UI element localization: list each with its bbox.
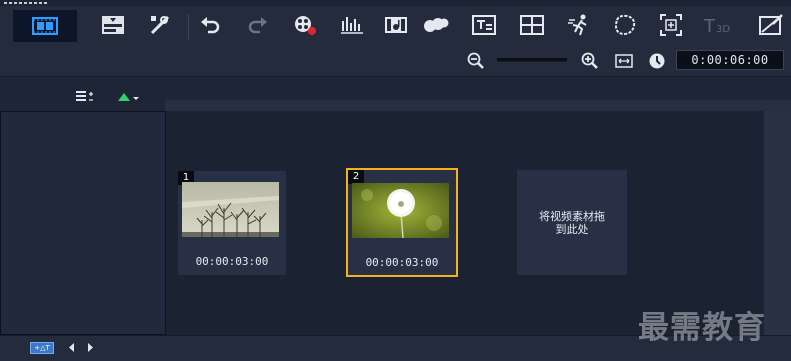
split-screen-icon — [759, 14, 783, 35]
project-duration-timecode[interactable]: 0:00:06:00 — [676, 50, 784, 70]
clip-thumbnail-trees — [182, 182, 279, 237]
clip-thumbnail-dandelion — [352, 183, 449, 238]
scroll-left-button[interactable] — [67, 341, 77, 353]
record-capture-icon — [295, 16, 316, 35]
storyboard-view-button[interactable] — [13, 10, 77, 42]
subtitle-editor-button[interactable] — [469, 10, 499, 40]
track-manager-icon — [76, 91, 93, 101]
main-toolbar: T 3D — [0, 6, 791, 44]
track-label-panel — [0, 111, 166, 335]
motion-tracking-button[interactable] — [421, 10, 451, 40]
watermark-text: 最需教育 — [638, 310, 766, 346]
audio-mixer-button[interactable] — [337, 10, 367, 40]
3d-title-editor-icon: T 3D — [703, 16, 730, 35]
storyboard-clip-1[interactable]: 1 00:00:03:00 — [178, 171, 286, 275]
storyboard-view-icon — [32, 17, 58, 35]
zoom-out-icon — [467, 52, 484, 69]
clip-number: 2 — [348, 170, 364, 184]
3d-title-editor-button[interactable]: T 3D — [703, 10, 733, 40]
time-remapping-button[interactable] — [565, 10, 595, 40]
subtitle-editor-icon — [472, 15, 496, 35]
mask-creator-button[interactable] — [610, 10, 640, 40]
drop-media-here-zone[interactable]: 将视频素材拖到此处 — [517, 170, 627, 275]
motion-tracking-icon — [424, 18, 449, 32]
svg-text:T: T — [703, 16, 716, 35]
auto-music-icon — [385, 17, 407, 33]
mask-creator-icon — [614, 14, 636, 36]
undo-button[interactable] — [195, 10, 225, 40]
time-remapping-icon — [568, 14, 587, 36]
fit-to-window-icon — [615, 54, 633, 68]
tools-icon — [150, 15, 170, 35]
chapter-cue-button[interactable] — [116, 89, 142, 103]
svg-text:3D: 3D — [716, 24, 730, 35]
redo-icon — [248, 17, 267, 34]
zoom-in-button[interactable] — [579, 50, 601, 72]
track-manager-button[interactable] — [74, 88, 96, 102]
fit-project-button[interactable] — [613, 50, 635, 72]
storyboard-clip-2[interactable]: 2 00:00:03:00 — [346, 168, 458, 277]
clock-icon — [649, 53, 665, 69]
zoom-slider[interactable] — [497, 58, 567, 62]
toolbar-separator — [188, 14, 189, 40]
timeline-view-icon — [102, 16, 124, 34]
record-capture-button[interactable] — [290, 10, 320, 40]
undo-icon — [201, 17, 220, 34]
multi-camera-button[interactable] — [517, 10, 547, 40]
pan-zoom-button[interactable] — [656, 10, 686, 40]
multi-camera-icon — [520, 15, 544, 35]
tools-button[interactable] — [145, 10, 175, 40]
audio-mixer-icon — [341, 17, 363, 34]
split-screen-button[interactable] — [756, 10, 786, 40]
scroll-right-button[interactable] — [85, 341, 95, 353]
timeline-view-button[interactable] — [98, 10, 128, 40]
add-track-button[interactable]: +△T — [30, 342, 54, 354]
drop-zone-label: 将视频素材拖到此处 — [539, 209, 605, 236]
clip-duration: 00:00:03:00 — [365, 256, 439, 269]
chapter-cue-icon — [118, 93, 139, 101]
arrow-left-icon — [69, 342, 74, 352]
duration-button[interactable] — [646, 50, 668, 72]
zoom-bar — [0, 44, 791, 77]
zoom-out-button[interactable] — [465, 50, 487, 72]
pan-zoom-icon — [660, 14, 682, 36]
arrow-right-icon — [88, 342, 93, 352]
clip-duration: 00:00:03:00 — [195, 255, 269, 268]
vertical-scrollbar[interactable] — [764, 111, 791, 335]
redo-button[interactable] — [243, 10, 273, 40]
zoom-in-icon — [581, 52, 598, 69]
auto-music-button[interactable] — [381, 10, 411, 40]
